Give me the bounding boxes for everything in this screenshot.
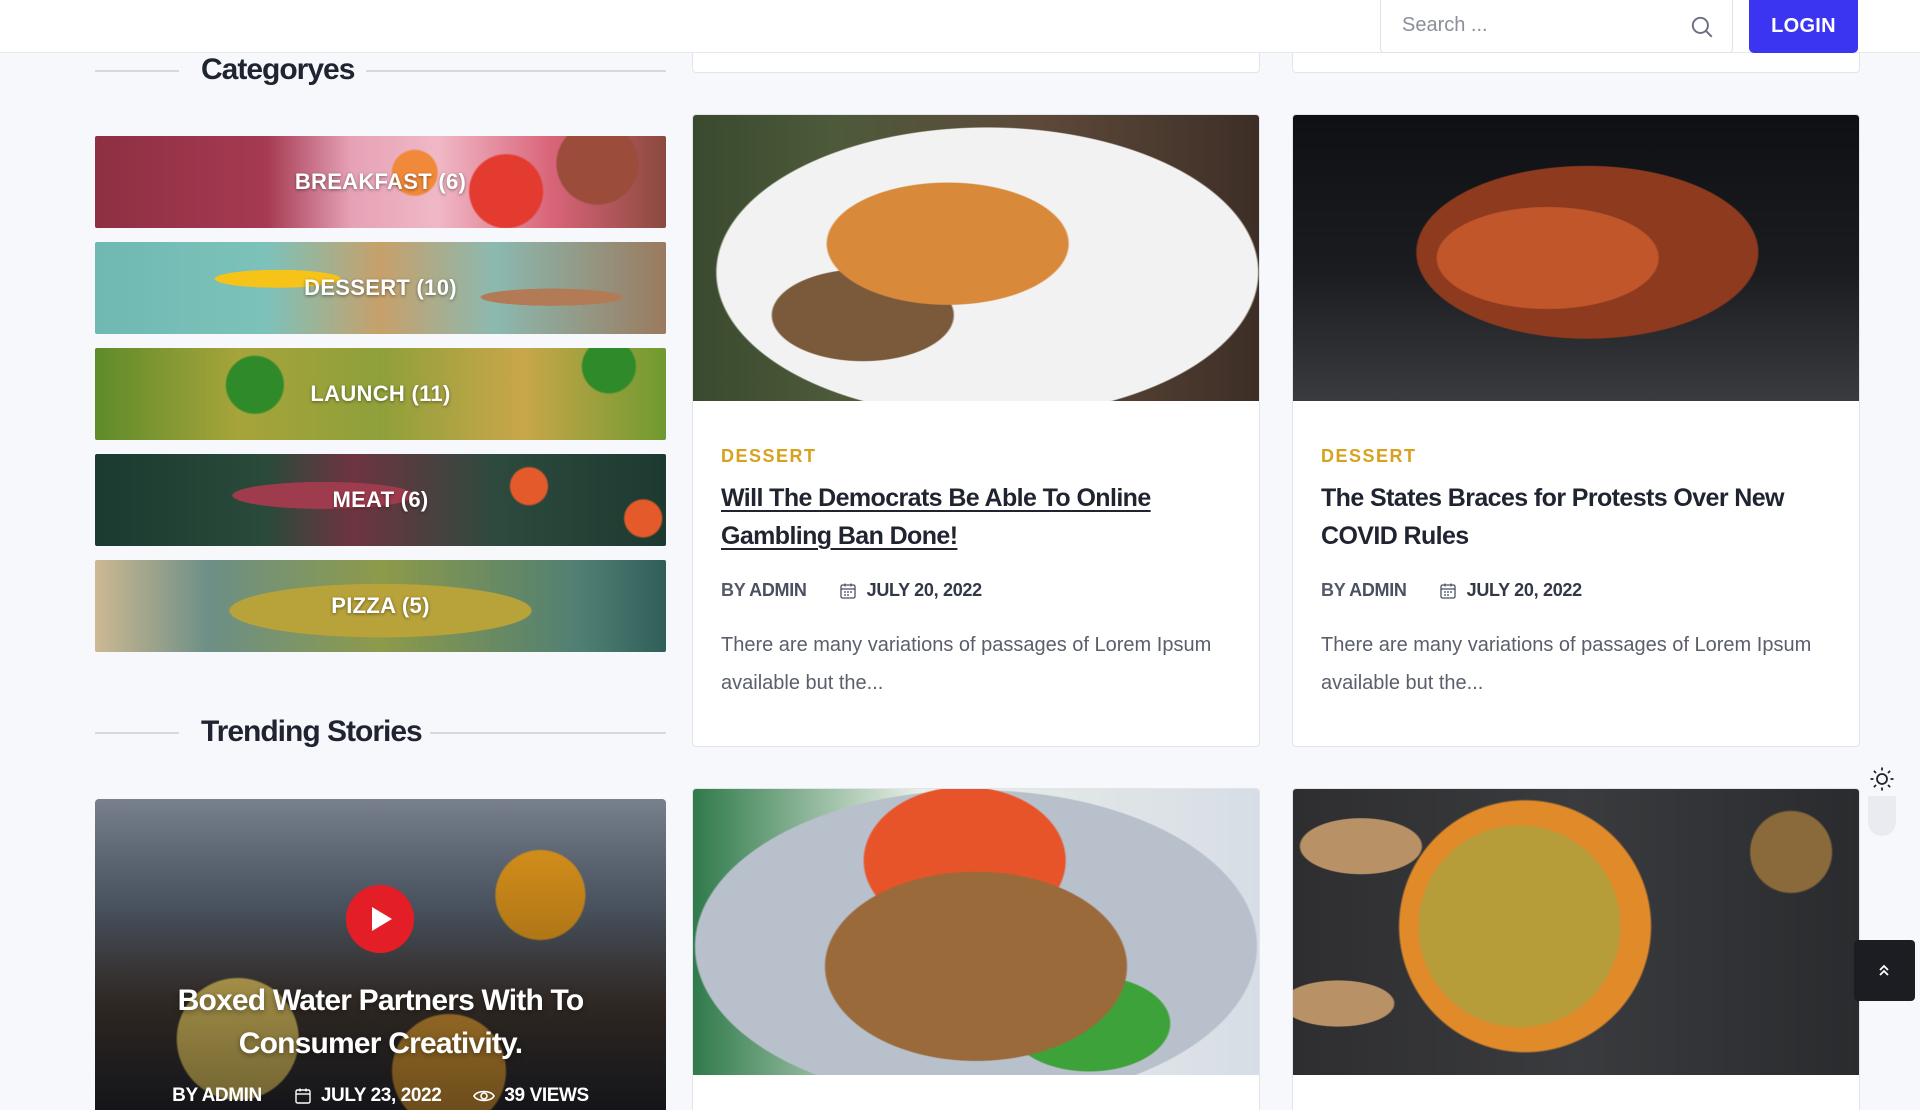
- trending-video-card[interactable]: Boxed Water Partners With To Consumer Cr…: [95, 799, 666, 1110]
- trending-story-title[interactable]: Boxed Water Partners With To Consumer Cr…: [115, 979, 646, 1065]
- categories-title: Categoryes: [201, 53, 355, 86]
- post-date: JULY 20, 2022: [1466, 580, 1583, 600]
- category-pizza[interactable]: PIZZA (5): [95, 560, 666, 652]
- post-title[interactable]: Will The Democrats Be Able To Online Gam…: [721, 479, 1233, 555]
- post-card-stub: [692, 53, 1260, 73]
- post-image[interactable]: [1293, 115, 1859, 401]
- category-breakfast[interactable]: BREAKFAST (6): [95, 136, 666, 228]
- post-card: [1292, 788, 1860, 1110]
- play-button[interactable]: [346, 885, 414, 953]
- divider: [95, 70, 179, 72]
- calendar-icon: [839, 583, 856, 599]
- calendar-icon: [1439, 583, 1456, 599]
- category-launch[interactable]: LAUNCH (11): [95, 348, 666, 440]
- divider: [95, 732, 179, 734]
- post-image[interactable]: [693, 789, 1259, 1075]
- post-meta: BY ADMIN JULY 20, 2022: [1321, 580, 1833, 601]
- date-item: JULY 20, 2022: [1439, 580, 1582, 601]
- category-label: BREAKFAST (6): [294, 169, 467, 194]
- post-card: DESSERT Will The Democrats Be Able To On…: [692, 114, 1260, 747]
- trending-meta: BY ADMIN JULY 23, 2022 39 VIEWS: [95, 1085, 666, 1107]
- category-dessert[interactable]: DESSERT (10): [95, 242, 666, 334]
- divider: [430, 732, 666, 734]
- scroll-to-top-button[interactable]: [1854, 940, 1915, 1001]
- post-image[interactable]: [1293, 789, 1859, 1075]
- search-input[interactable]: [1381, 0, 1681, 51]
- post-body: DESSERT Will The Democrats Be Able To On…: [721, 446, 1233, 702]
- author-byline[interactable]: BY ADMIN: [1321, 580, 1407, 601]
- categories-heading: Categoryes: [95, 50, 666, 90]
- eye-icon: [473, 1090, 496, 1102]
- author[interactable]: BY ADMIN: [172, 1085, 262, 1107]
- category-label: DESSERT (10): [304, 275, 457, 300]
- post-body: DESSERT The States Braces for Protests O…: [1321, 446, 1833, 702]
- post-title[interactable]: The States Braces for Protests Over New …: [1321, 479, 1833, 555]
- login-button[interactable]: LOGIN: [1749, 0, 1858, 53]
- category-meat[interactable]: MEAT (6): [95, 454, 666, 546]
- double-chevron-up-icon: [1879, 964, 1889, 976]
- post-image[interactable]: [693, 115, 1259, 401]
- date-item: JULY 23, 2022: [294, 1085, 442, 1107]
- views-item: 39 VIEWS: [473, 1085, 589, 1107]
- post-excerpt: There are many variations of passages of…: [1321, 634, 1812, 694]
- post-meta: BY ADMIN JULY 20, 2022: [721, 580, 1233, 601]
- trending-title: Trending Stories: [201, 715, 423, 748]
- post-card-stub: [1292, 53, 1860, 73]
- trending-heading: Trending Stories: [95, 712, 666, 752]
- post-excerpt: There are many variations of passages of…: [721, 634, 1212, 694]
- search-icon[interactable]: [1689, 14, 1715, 40]
- search-box: [1380, 0, 1733, 53]
- post-category[interactable]: DESSERT: [721, 446, 1233, 467]
- post-date: JULY 20, 2022: [866, 580, 983, 600]
- post-card: DESSERT The States Braces for Protests O…: [1292, 114, 1860, 747]
- category-label: LAUNCH (11): [310, 381, 451, 406]
- divider: [366, 70, 666, 72]
- category-label: MEAT (6): [332, 487, 429, 512]
- top-header: LOGIN: [0, 0, 1920, 53]
- date: JULY 23, 2022: [320, 1085, 442, 1106]
- post-card: [692, 788, 1260, 1110]
- category-label: PIZZA (5): [331, 593, 430, 618]
- calendar-icon: [295, 1088, 311, 1104]
- theme-toggle[interactable]: [1866, 766, 1898, 838]
- sun-icon: [1870, 767, 1894, 791]
- author-byline[interactable]: BY ADMIN: [721, 580, 807, 601]
- views-count: 39 VIEWS: [504, 1085, 589, 1106]
- date-item: JULY 20, 2022: [839, 580, 982, 601]
- toggle-track: [1868, 796, 1896, 836]
- post-category[interactable]: DESSERT: [1321, 446, 1833, 467]
- play-icon: [372, 907, 392, 931]
